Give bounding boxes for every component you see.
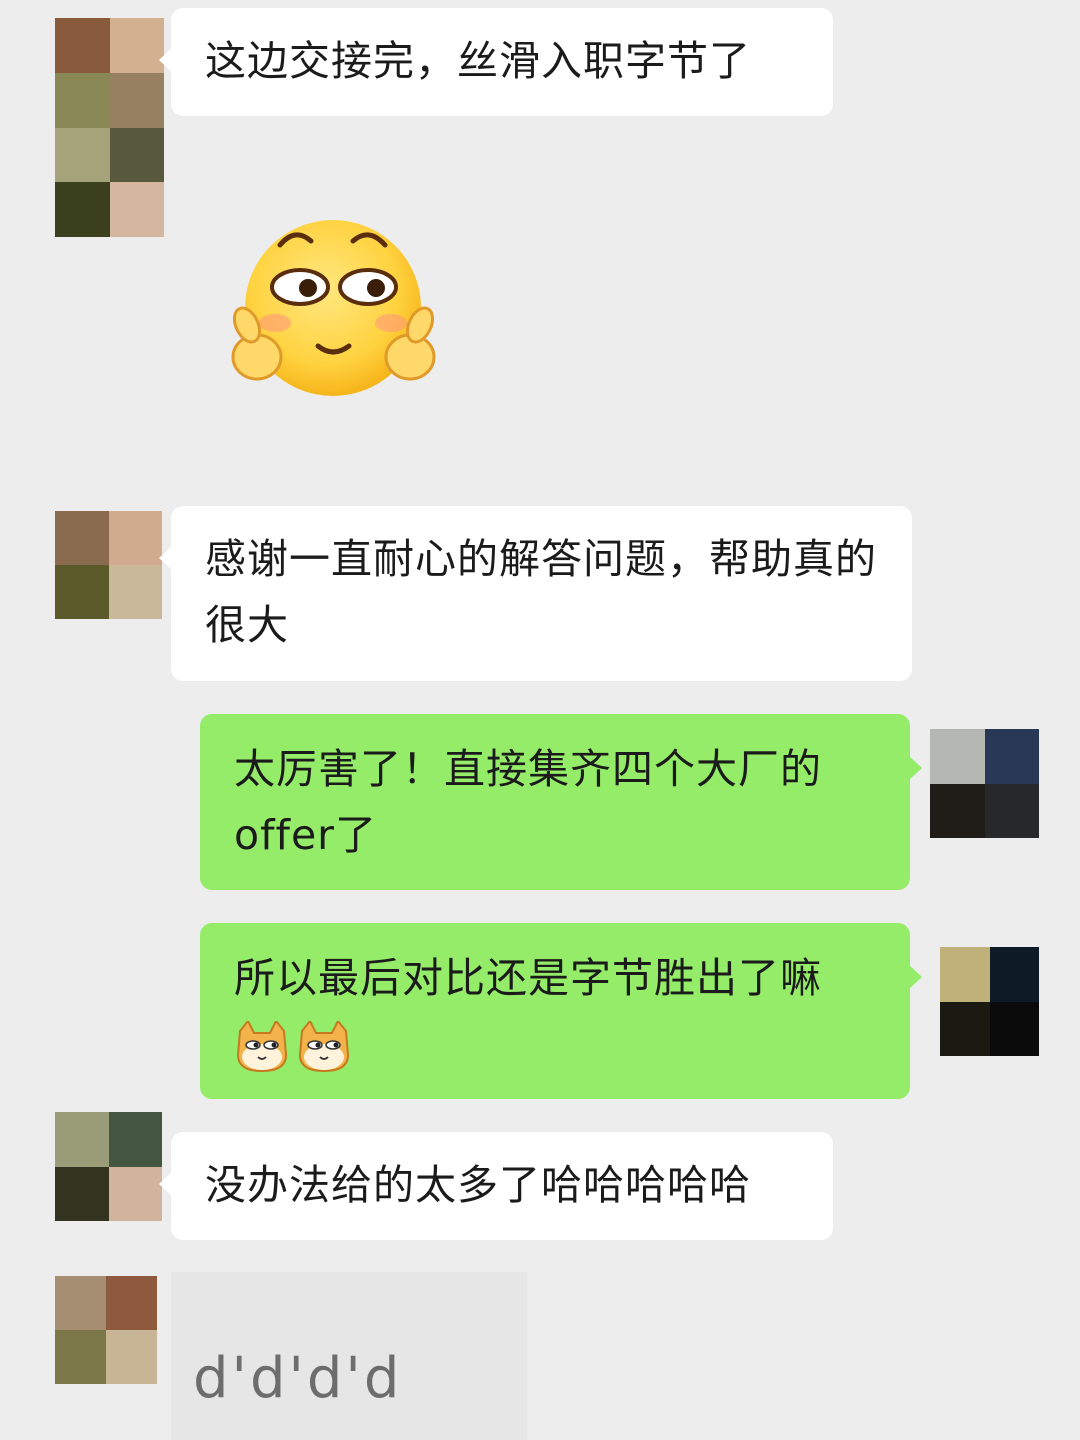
my-avatar[interactable]: [940, 947, 1039, 1056]
message-bubble[interactable]: 没办法给的太多了哈哈哈哈哈: [159, 1132, 833, 1240]
sticker-message[interactable]: [225, 215, 440, 405]
message-bubble[interactable]: 所以最后对比还是字节胜出了嘛: [200, 923, 922, 1099]
message-text: 这边交接完，丝滑入职字节了: [205, 37, 751, 85]
avatar-tile: [109, 182, 164, 237]
avatar-tile: [106, 1330, 157, 1384]
message-bubble[interactable]: 感谢一直耐心的解答问题，帮助真的很大: [159, 506, 912, 681]
avatar-tile: [108, 511, 162, 565]
avatar-tile: [55, 1330, 106, 1384]
avatar-tile: [108, 1112, 162, 1167]
avatar-tile: [984, 783, 1039, 838]
avatar-tile: [108, 1166, 162, 1221]
avatar-tile: [55, 1112, 109, 1167]
typed-message-bubble[interactable]: d'd'd'd: [171, 1272, 527, 1440]
avatar-tile: [55, 1166, 109, 1221]
avatar-tile: [106, 1276, 157, 1330]
avatar-tile: [989, 947, 1039, 1002]
message-text: 太厉害了！直接集齐四个大厂的offer了: [234, 745, 822, 859]
doge-cat-icon: [236, 1021, 288, 1073]
avatar-tile: [930, 783, 985, 838]
avatar-tile: [989, 1001, 1039, 1056]
avatar-tile: [55, 18, 110, 73]
avatar-tile: [55, 127, 110, 183]
avatar-tile: [930, 729, 985, 784]
avatar-tile: [109, 18, 164, 73]
avatar-tile: [940, 1001, 990, 1056]
message-text: 感谢一直耐心的解答问题，帮助真的很大: [205, 535, 877, 649]
avatar-tile: [984, 729, 1039, 784]
contact-avatar[interactable]: [55, 1276, 157, 1384]
avatar-tile: [55, 182, 110, 237]
contact-avatar[interactable]: [55, 18, 164, 237]
avatar-tile: [940, 947, 990, 1002]
avatar-tile: [108, 565, 162, 619]
my-avatar[interactable]: [930, 729, 1039, 838]
message-bubble[interactable]: 太厉害了！直接集齐四个大厂的offer了: [200, 714, 922, 890]
doge-cat-icon: [298, 1021, 350, 1073]
message-text: 所以最后对比还是字节胜出了嘛: [234, 954, 822, 1002]
avatar-tile: [55, 565, 109, 619]
message-text: d'd'd'd: [193, 1346, 403, 1411]
avatar-tile: [109, 72, 164, 128]
contact-avatar[interactable]: [55, 511, 162, 619]
avatar-tile: [109, 127, 164, 183]
avatar-tile: [55, 511, 109, 565]
emoji-group: [234, 1021, 352, 1073]
avatar-tile: [55, 1276, 106, 1330]
contact-avatar[interactable]: [55, 1112, 162, 1221]
message-bubble[interactable]: 这边交接完，丝滑入职字节了: [159, 8, 833, 116]
avatar-tile: [55, 72, 110, 128]
message-text: 没办法给的太多了哈哈哈哈哈: [205, 1161, 751, 1209]
smiley-finger-heart-icon: [231, 220, 436, 396]
